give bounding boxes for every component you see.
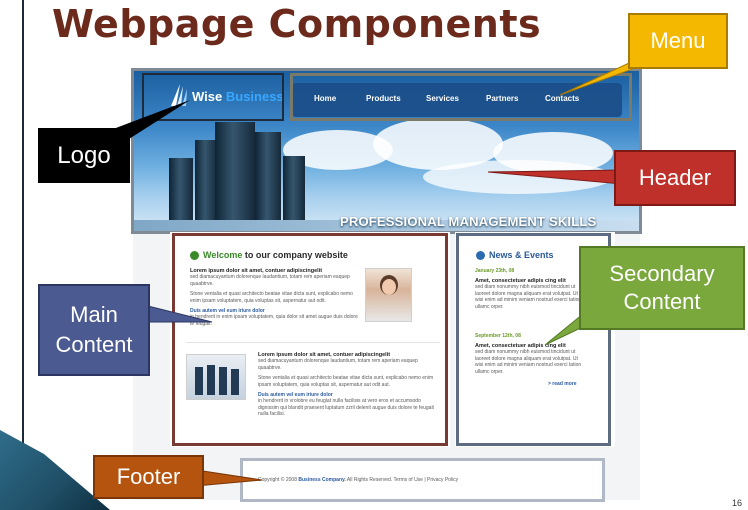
secondary-callout-line-1: Secondary bbox=[609, 261, 715, 286]
main-callout-line-1: Main bbox=[70, 302, 118, 327]
menu-callout: Menu bbox=[628, 13, 728, 69]
secondary-callout-line-2: Content bbox=[623, 289, 701, 314]
footer-callout: Footer bbox=[93, 455, 204, 499]
header-callout: Header bbox=[614, 150, 736, 206]
main-content-callout: Main Content bbox=[38, 284, 150, 376]
footer-pointer bbox=[195, 469, 263, 487]
secondary-content-callout: Secondary Content bbox=[579, 246, 745, 330]
main-pointer bbox=[139, 303, 213, 323]
header-pointer bbox=[487, 169, 623, 185]
main-callout-line-2: Content bbox=[55, 332, 133, 357]
logo-callout: Logo bbox=[38, 128, 130, 183]
